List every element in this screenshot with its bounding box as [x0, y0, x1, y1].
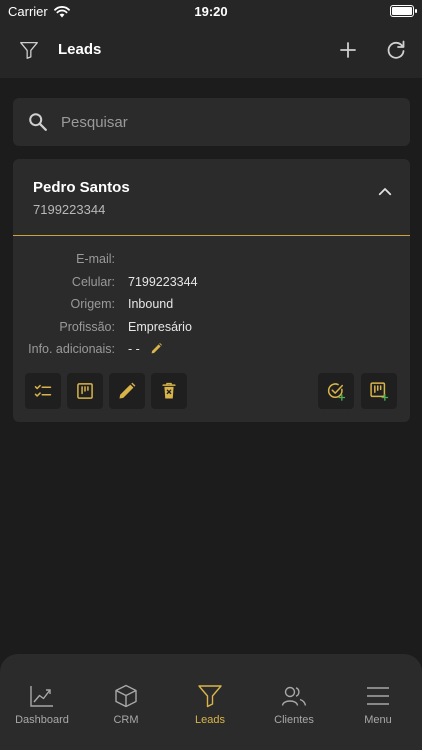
- page-title: Leads: [58, 41, 102, 58]
- tab-leads[interactable]: Leads: [168, 684, 252, 734]
- tab-leads-label: Leads: [195, 714, 225, 726]
- lead-card: Pedro Santos 7199223344 E-mail: Celular:…: [13, 159, 410, 422]
- profissao-label: Profissão:: [59, 320, 115, 334]
- convert-client-button[interactable]: [318, 373, 354, 409]
- detail-row-email: E-mail:: [13, 252, 410, 272]
- tab-menu-label: Menu: [364, 714, 392, 726]
- tab-dashboard[interactable]: Dashboard: [0, 684, 84, 734]
- delete-lead-button[interactable]: [151, 373, 187, 409]
- cube-icon: [115, 684, 137, 708]
- celular-label: Celular:: [71, 275, 115, 289]
- tab-menu[interactable]: Menu: [336, 684, 420, 734]
- tab-dashboard-label: Dashboard: [15, 714, 69, 726]
- profissao-value: Empresário: [128, 320, 192, 334]
- tab-bar: Dashboard CRM Leads Clientes Menu: [0, 654, 422, 750]
- email-label: E-mail:: [76, 252, 115, 266]
- lead-name: Pedro Santos: [33, 179, 130, 196]
- detail-row-origem: Origem: Inbound: [13, 297, 410, 317]
- tab-clientes[interactable]: Clientes: [252, 684, 336, 734]
- search-bar: [13, 98, 410, 146]
- status-bar: Carrier 19:20: [0, 0, 422, 24]
- chevron-up-icon[interactable]: [376, 183, 394, 201]
- filter-icon[interactable]: [18, 39, 40, 61]
- trash-icon: [162, 382, 176, 399]
- add-icon[interactable]: [336, 38, 360, 62]
- search-input[interactable]: [61, 108, 391, 136]
- origem-label: Origem:: [70, 297, 115, 311]
- add-to-kanban-button[interactable]: [361, 373, 397, 409]
- chart-line-icon: [30, 686, 53, 707]
- kanban-add-icon: [370, 382, 389, 401]
- check-circle-add-icon: [327, 383, 346, 401]
- info-label: Info. adicionais:: [28, 342, 115, 356]
- origem-value: Inbound: [128, 297, 174, 311]
- tab-crm-label: CRM: [113, 714, 139, 726]
- lead-card-header[interactable]: Pedro Santos 7199223344: [13, 159, 410, 236]
- info-value: - -: [128, 342, 140, 356]
- tab-clientes-label: Clientes: [274, 714, 314, 726]
- detail-row-profissao: Profissão: Empresário: [13, 320, 410, 340]
- celular-value: 7199223344: [128, 275, 198, 289]
- checklist-icon: [34, 384, 52, 397]
- battery-icon: [390, 5, 417, 17]
- pencil-icon: [119, 382, 136, 399]
- kanban-button[interactable]: [67, 373, 103, 409]
- search-icon: [29, 113, 47, 131]
- checklist-button[interactable]: [25, 373, 61, 409]
- nav-bar: Leads: [0, 24, 422, 78]
- tab-crm[interactable]: CRM: [84, 684, 168, 734]
- menu-icon: [367, 687, 389, 705]
- detail-row-info: Info. adicionais: - -: [13, 342, 410, 362]
- card-divider: [13, 235, 410, 236]
- users-icon: [281, 686, 307, 706]
- filter-icon: [198, 685, 222, 708]
- lead-actions: [25, 373, 398, 409]
- lead-phone: 7199223344: [33, 202, 106, 217]
- screen: Carrier 19:20 Leads Pesquisar Pedro Sant…: [0, 0, 422, 750]
- detail-row-celular: Celular: 7199223344: [13, 275, 410, 295]
- clock: 19:20: [194, 4, 228, 19]
- edit-lead-button[interactable]: [109, 373, 145, 409]
- refresh-icon[interactable]: [384, 38, 408, 62]
- edit-info-icon[interactable]: [150, 342, 163, 355]
- kanban-board-icon: [77, 383, 93, 399]
